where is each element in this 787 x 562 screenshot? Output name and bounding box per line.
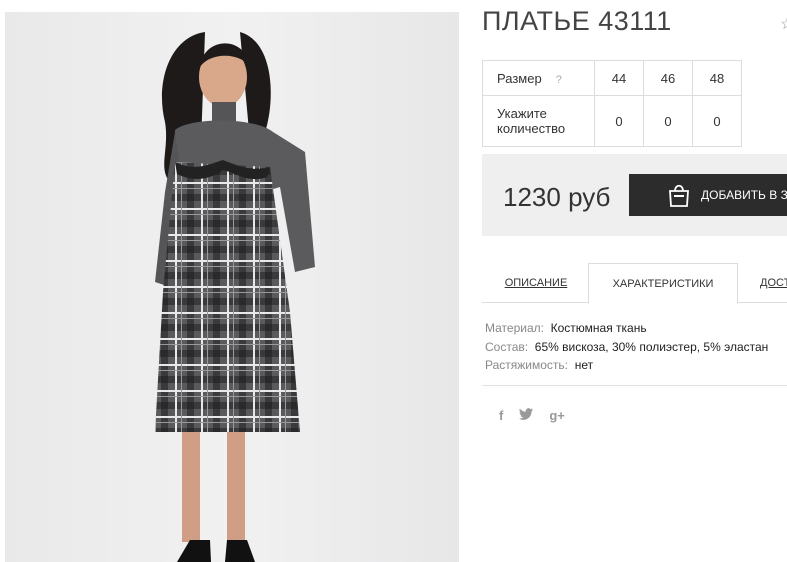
prop-key: Состав:	[485, 339, 529, 354]
twitter-icon[interactable]	[519, 408, 534, 423]
characteristics-list: Материал: Костюмная ткань Состав: 65% ви…	[485, 319, 768, 375]
prop-value: Костюмная ткань	[550, 321, 647, 335]
tab-description[interactable]: ОПИСАНИЕ	[482, 263, 590, 303]
product-tabs: ОПИСАНИЕ ХАРАКТЕРИСТИКИ ДОСТ	[482, 263, 787, 304]
star-icon[interactable]: ☆	[780, 14, 787, 34]
prop-key: Материал:	[485, 321, 544, 335]
facebook-icon[interactable]: f	[499, 408, 503, 423]
quantity-field[interactable]: 0	[643, 95, 693, 147]
size-label-cell: Размер?	[482, 60, 595, 96]
quantity-field[interactable]: 0	[594, 95, 644, 147]
prop-value: нет	[574, 358, 594, 372]
product-photo[interactable]	[5, 12, 459, 562]
product-details: ПЛАТЬЕ 43111 ☆ Размер? 44 46 48 Укажите …	[482, 0, 787, 562]
tab-characteristics[interactable]: ХАРАКТЕРИСТИКИ	[588, 263, 738, 304]
size-option[interactable]: 46	[643, 60, 693, 96]
tab-delivery[interactable]: ДОСТ	[760, 263, 787, 303]
prop-key: Растяжимость:	[485, 358, 569, 372]
prop-value: 65% вискоза, 30% полиэстер, 5% эластан	[534, 339, 769, 354]
size-table: Размер? 44 46 48 Укажите количество 0 0 …	[482, 60, 742, 147]
product-title: ПЛАТЬЕ 43111	[482, 6, 672, 36]
shopping-bag-icon	[667, 182, 691, 208]
prop-material: Материал: Костюмная ткань	[485, 319, 768, 338]
help-icon[interactable]: ?	[556, 74, 562, 86]
add-to-cart-label: ДОБАВИТЬ В ЗА	[701, 188, 787, 202]
prop-composition: Состав: 65% вискоза, 30% полиэстер, 5% э…	[485, 338, 768, 357]
quantity-field[interactable]: 0	[692, 95, 742, 147]
size-label: Размер	[497, 70, 542, 86]
prop-stretch: Растяжимость: нет	[485, 356, 768, 375]
divider	[482, 385, 787, 386]
social-share: f g+	[499, 408, 565, 423]
size-option[interactable]: 44	[594, 60, 644, 96]
size-option[interactable]: 48	[692, 60, 742, 96]
purchase-panel: 1230 руб ДОБАВИТЬ В ЗА	[482, 154, 787, 236]
quantity-label: Укажите количество	[482, 95, 595, 147]
add-to-cart-button[interactable]: ДОБАВИТЬ В ЗА	[629, 174, 787, 216]
google-plus-icon[interactable]: g+	[549, 408, 565, 423]
price: 1230 руб	[503, 182, 611, 212]
